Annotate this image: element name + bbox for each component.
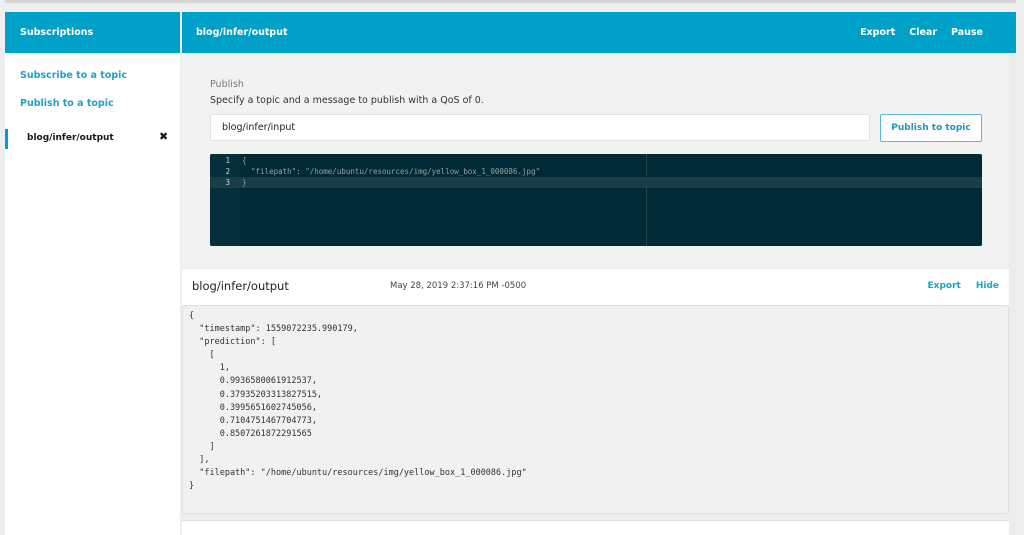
sidebar-title: Subscriptions bbox=[20, 27, 94, 38]
message-hide-button[interactable]: Hide bbox=[976, 281, 999, 291]
line-number: 2 bbox=[225, 167, 230, 176]
line-code: "filepath": "/home/ubuntu/resources/img/… bbox=[242, 167, 541, 176]
message-timestamp: May 28, 2019 2:37:16 PM -0500 bbox=[390, 281, 527, 291]
sidebar-header: Subscriptions bbox=[5, 12, 180, 53]
topic-title: blog/infer/output bbox=[196, 27, 288, 38]
line-code: } bbox=[242, 178, 247, 187]
subscribe-to-topic-link[interactable]: Subscribe to a topic bbox=[20, 70, 127, 81]
close-icon[interactable]: ✖ bbox=[159, 130, 168, 143]
active-indicator bbox=[5, 129, 8, 149]
editor-line-active: 3 } bbox=[210, 177, 982, 188]
publish-description: Specify a topic and a message to publish… bbox=[210, 95, 484, 106]
line-number: 1 bbox=[225, 156, 230, 165]
publish-section: Publish Specify a topic and a message to… bbox=[182, 53, 1009, 267]
subscription-item[interactable]: blog/infer/output ✖ bbox=[5, 127, 180, 151]
header-actions: Export Clear Pause bbox=[860, 12, 983, 53]
publish-topic-input[interactable] bbox=[210, 114, 870, 141]
message-export-button[interactable]: Export bbox=[928, 281, 961, 291]
export-button[interactable]: Export bbox=[860, 27, 895, 38]
publish-to-topic-button[interactable]: Publish to topic bbox=[880, 114, 982, 142]
topic-header: blog/infer/output Export Clear Pause bbox=[182, 12, 1016, 53]
clear-button[interactable]: Clear bbox=[909, 27, 937, 38]
message-actions: Export Hide bbox=[928, 281, 1000, 291]
subscription-topic: blog/infer/output bbox=[27, 133, 114, 143]
top-divider bbox=[5, 0, 1016, 3]
message-header: blog/infer/output May 28, 2019 2:37:16 P… bbox=[182, 269, 1009, 305]
message-topic: blog/infer/output bbox=[192, 279, 289, 293]
publish-title: Publish bbox=[210, 79, 244, 90]
editor-line: 1 { bbox=[210, 155, 982, 166]
line-code: { bbox=[242, 156, 247, 165]
line-number: 3 bbox=[225, 178, 230, 187]
subscriptions-sidebar: Subscriptions Subscribe to a topic Publi… bbox=[5, 12, 180, 535]
publish-to-topic-link[interactable]: Publish to a topic bbox=[20, 98, 114, 109]
editor-line: 2 "filepath": "/home/ubuntu/resources/im… bbox=[210, 166, 982, 177]
mqtt-test-client: Subscriptions Subscribe to a topic Publi… bbox=[5, 12, 1016, 535]
next-message-card bbox=[182, 520, 1009, 535]
pause-button[interactable]: Pause bbox=[951, 27, 983, 38]
right-gutter bbox=[1009, 53, 1016, 535]
main-panel: blog/infer/output Export Clear Pause Pub… bbox=[182, 12, 1016, 535]
message-editor[interactable]: 1 { 2 "filepath": "/home/ubuntu/resource… bbox=[210, 154, 982, 246]
message-payload: { "timestamp": 1559072235.990179, "predi… bbox=[182, 305, 1009, 514]
